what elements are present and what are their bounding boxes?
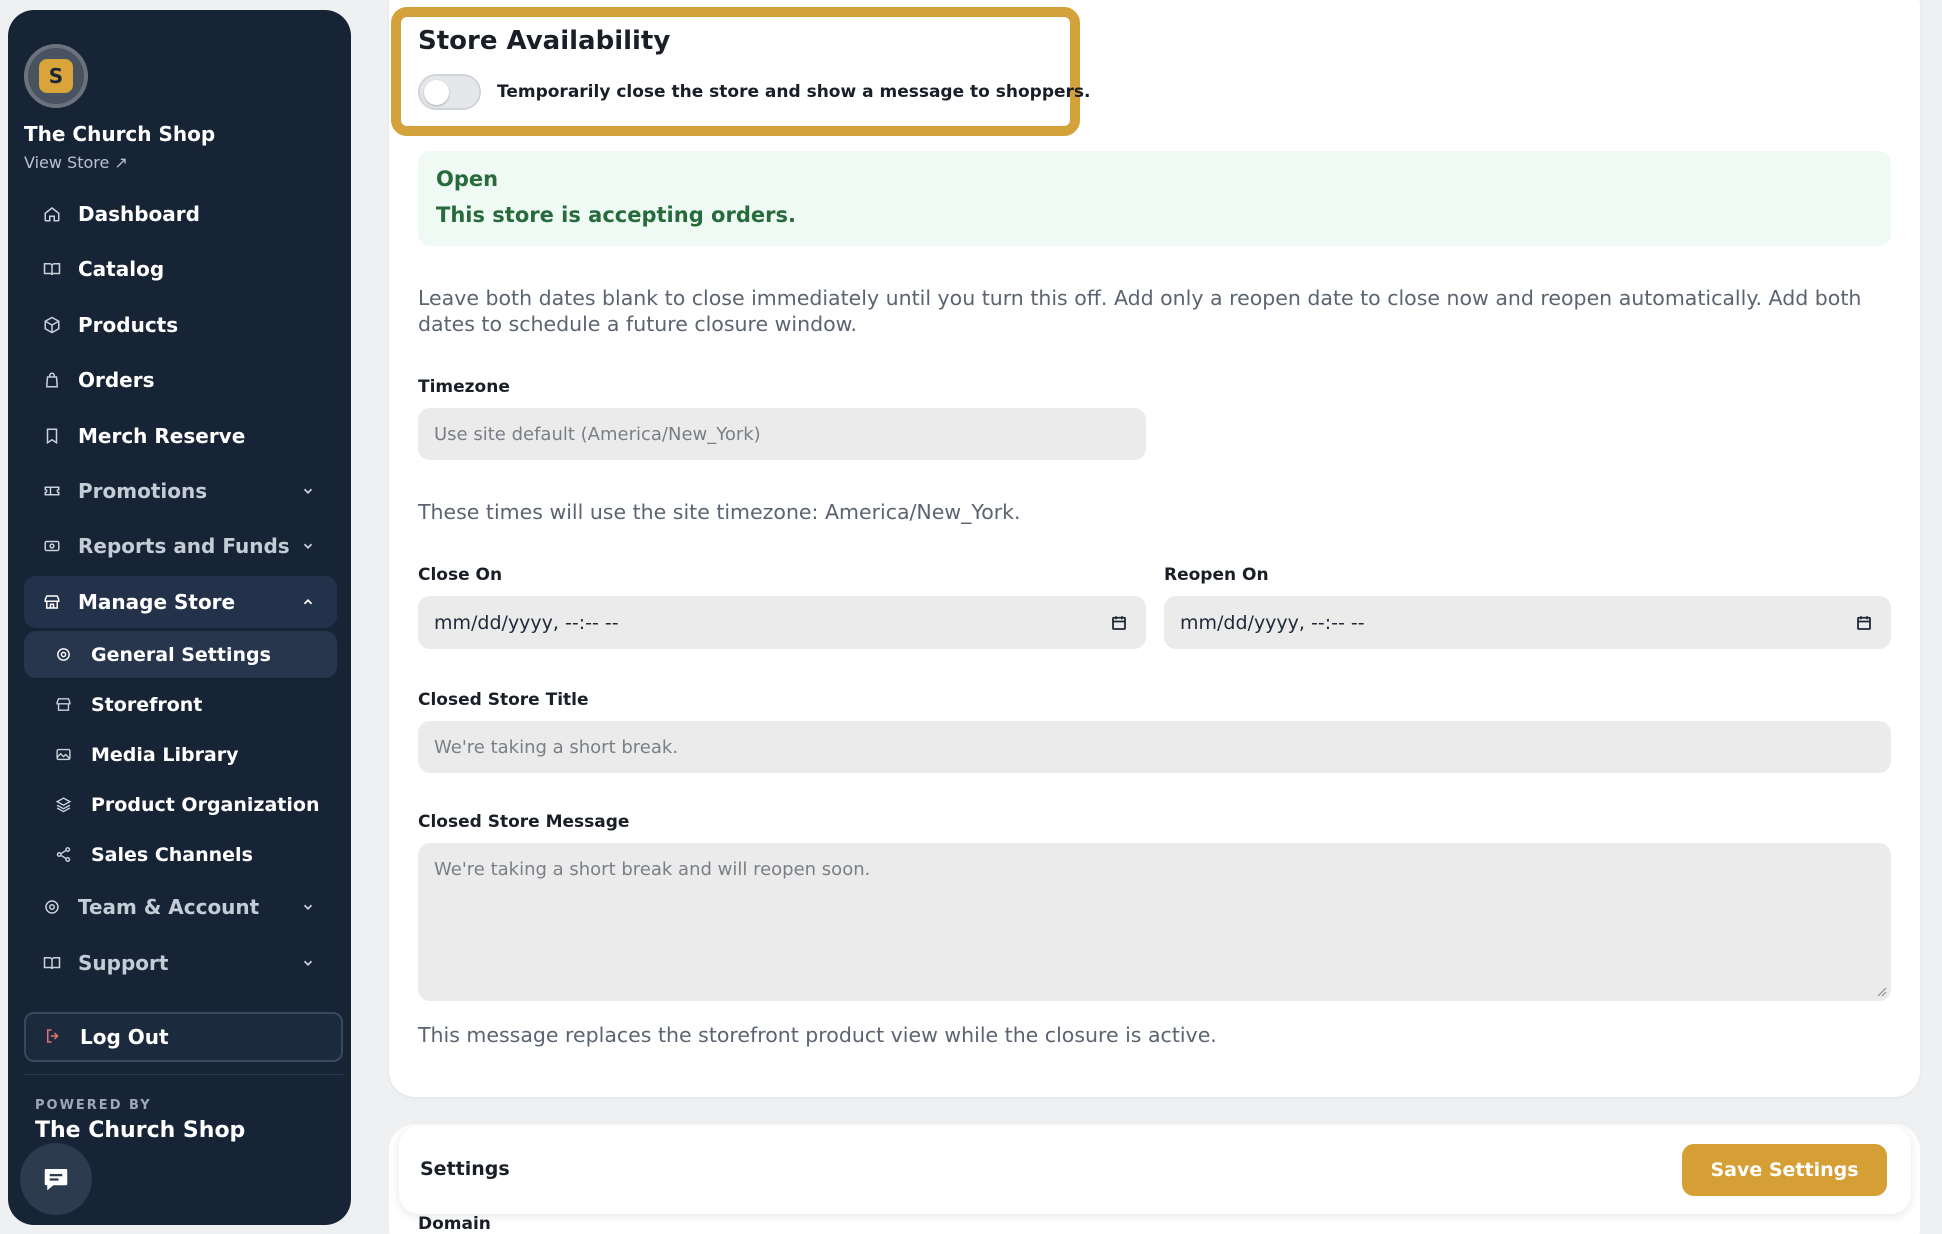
sidebar-item-label: Reports and Funds [78,534,290,559]
settings-icon [54,646,72,664]
sidebar-item-orders[interactable]: Orders [24,354,337,406]
book-icon [42,259,62,279]
domain-label: Domain [418,1214,491,1234]
sidebar-subitem-general-settings[interactable]: General Settings [24,631,337,679]
sidebar-item-label: Media Library [91,743,239,766]
settings-bar: Settings Save Settings [399,1126,1911,1214]
closed-message-note: This message replaces the storefront pro… [418,1023,1217,1047]
bag-icon [42,370,62,390]
sidebar-subitem-storefront[interactable]: Storefront [24,681,337,728]
sidebar-item-team-account[interactable]: Team & Account [24,881,337,933]
sidebar-item-label: Dashboard [78,202,200,226]
sidebar-item-label: Catalog [78,257,165,282]
sidebar-item-manage-store[interactable]: Manage Store [24,575,337,628]
brand-logo[interactable]: S [24,44,88,108]
sidebar-item-products[interactable]: Products [24,299,337,351]
closed-title-label: Closed Store Title [418,690,589,710]
close-store-toggle[interactable] [418,74,481,110]
close-on-label: Close On [418,565,503,585]
store-icon [54,696,72,714]
close-on-input[interactable]: mm/dd/yyyy, --:-- -- [418,596,1146,649]
sidebar-item-label: Product Organization [91,793,320,816]
chevron-down-icon [301,484,315,498]
share-icon [54,846,72,864]
chat-icon [41,1164,71,1194]
sidebar-subitem-media-library[interactable]: Media Library [24,731,337,778]
chevron-up-icon [301,595,315,609]
sidebar-item-label: General Settings [91,643,271,666]
sidebar-item-label: Manage Store [78,589,236,614]
layers-icon [54,796,72,814]
timezone-placeholder: Use site default (America/New_York) [434,423,761,445]
sidebar-divider [24,1074,343,1075]
help-text: Leave both dates blank to close immediat… [418,286,1862,336]
view-store-link[interactable]: View Store ↗ [24,153,128,172]
logout-label: Log Out [80,1025,169,1049]
sidebar: S The Church Shop View Store ↗ Dashboard… [8,10,351,1225]
brand-name: The Church Shop [24,122,216,146]
money-icon [42,536,62,556]
reopen-on-label: Reopen On [1164,565,1269,585]
chevron-down-icon [301,900,315,914]
close-on-value: mm/dd/yyyy, --:-- -- [434,611,619,634]
sidebar-item-label: Products [78,312,179,337]
sidebar-item-label: Promotions [78,478,208,503]
closed-title-placeholder: We're taking a short break. [434,736,679,758]
sidebar-item-label: Orders [78,368,155,393]
sidebar-subitem-sales-channels[interactable]: Sales Channels [24,831,337,878]
timezone-select[interactable]: Use site default (America/New_York) [418,408,1146,460]
reopen-on-input[interactable]: mm/dd/yyyy, --:-- -- [1164,596,1891,649]
chevron-down-icon [301,539,315,553]
sidebar-item-promotions[interactable]: Promotions [24,465,337,517]
toggle-knob [424,80,449,105]
ticket-icon [42,481,62,501]
settings-icon [42,897,62,917]
sidebar-subitem-product-organization[interactable]: Product Organization [24,781,337,828]
toggle-label: Temporarily close the store and show a m… [497,82,1091,102]
home-icon [42,204,62,224]
sidebar-item-reports-and-funds[interactable]: Reports and Funds [24,520,337,572]
save-settings-button[interactable]: Save Settings [1682,1144,1887,1196]
bookmark-icon [42,426,62,446]
closed-message-textarea[interactable]: We're taking a short break and will reop… [418,843,1891,1001]
image-icon [54,746,72,764]
status-title: Open [436,167,499,191]
sidebar-item-label: Sales Channels [91,843,253,866]
store-icon [42,592,62,612]
chevron-down-icon [301,956,315,970]
calendar-icon[interactable] [1110,614,1128,632]
sidebar-item-label: Team & Account [78,895,260,920]
closed-title-input[interactable]: We're taking a short break. [418,721,1891,773]
calendar-icon[interactable] [1855,614,1873,632]
status-text: This store is accepting orders. [436,203,796,227]
timezone-label: Timezone [418,377,510,397]
sidebar-item-label: Support [78,950,169,975]
sidebar-item-label: Storefront [91,693,203,716]
timezone-note: These times will use the site timezone: … [418,500,1021,524]
logout-icon [44,1027,64,1047]
sidebar-item-merch-reserve[interactable]: Merch Reserve [24,410,337,462]
sidebar-nav: Dashboard Catalog Products Orders Merch … [24,188,337,992]
sidebar-item-label: Merch Reserve [78,423,246,448]
status-banner: Open This store is accepting orders. [418,151,1891,246]
box-icon [42,315,62,335]
sidebar-item-support[interactable]: Support [24,937,337,989]
chat-button[interactable] [20,1143,92,1215]
logo-mark: S [39,59,73,93]
reopen-on-value: mm/dd/yyyy, --:-- -- [1180,611,1365,634]
sidebar-item-dashboard[interactable]: Dashboard [24,188,337,240]
section-title: Store Availability [418,26,671,56]
logout-button[interactable]: Log Out [24,1012,343,1062]
closed-message-label: Closed Store Message [418,812,630,832]
sidebar-item-catalog[interactable]: Catalog [24,243,337,295]
powered-by-name: The Church Shop [35,1118,246,1143]
book-icon [42,953,62,973]
settings-title: Settings [420,1158,510,1180]
resize-grip-icon[interactable] [1875,985,1887,997]
closed-message-placeholder: We're taking a short break and will reop… [434,859,871,880]
powered-by-label: POWERED BY [35,1098,152,1113]
